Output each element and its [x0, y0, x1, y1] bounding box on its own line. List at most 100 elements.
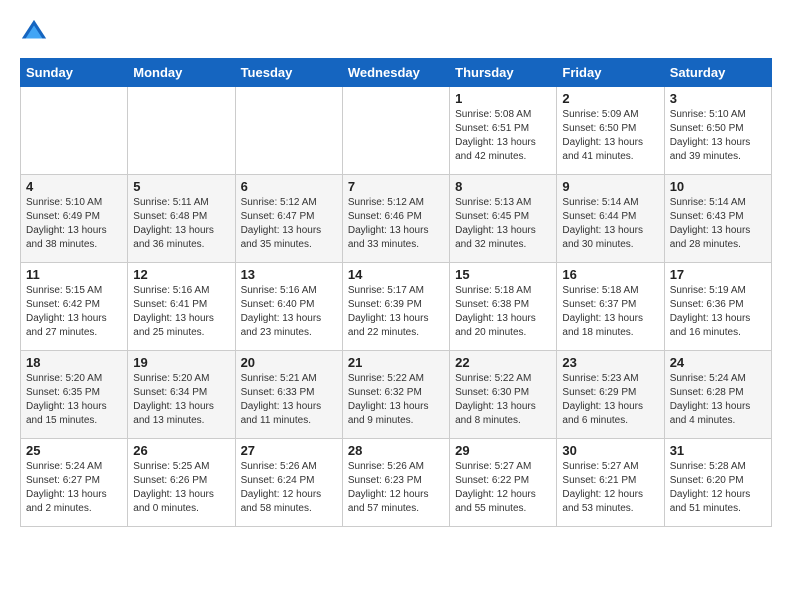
day-number: 15 [455, 267, 551, 282]
calendar-cell: 9 Sunrise: 5:14 AM Sunset: 6:44 PM Daylig… [557, 175, 664, 263]
day-info: Sunrise: 5:21 AM Sunset: 6:33 PM Dayligh… [241, 372, 337, 428]
day-number: 30 [562, 443, 658, 458]
calendar-cell: 7 Sunrise: 5:12 AM Sunset: 6:46 PM Daylig… [342, 175, 449, 263]
calendar-cell: 24 Sunrise: 5:24 AM Sunset: 6:28 PM Dayli… [664, 351, 771, 439]
calendar-cell: 28 Sunrise: 5:26 AM Sunset: 6:23 PM Dayli… [342, 439, 449, 527]
calendar-cell [342, 87, 449, 175]
day-info: Sunrise: 5:26 AM Sunset: 6:24 PM Dayligh… [241, 460, 337, 516]
day-number: 21 [348, 355, 444, 370]
day-number: 3 [670, 91, 766, 106]
day-info: Sunrise: 5:09 AM Sunset: 6:50 PM Dayligh… [562, 108, 658, 164]
page-header [20, 20, 772, 48]
calendar-cell: 3 Sunrise: 5:10 AM Sunset: 6:50 PM Daylig… [664, 87, 771, 175]
day-number: 8 [455, 179, 551, 194]
day-number: 19 [133, 355, 229, 370]
calendar-week-row: 18 Sunrise: 5:20 AM Sunset: 6:35 PM Dayli… [21, 351, 772, 439]
day-number: 9 [562, 179, 658, 194]
day-number: 6 [241, 179, 337, 194]
logo [20, 20, 50, 48]
day-info: Sunrise: 5:10 AM Sunset: 6:49 PM Dayligh… [26, 196, 122, 252]
day-info: Sunrise: 5:26 AM Sunset: 6:23 PM Dayligh… [348, 460, 444, 516]
day-info: Sunrise: 5:27 AM Sunset: 6:21 PM Dayligh… [562, 460, 658, 516]
day-info: Sunrise: 5:18 AM Sunset: 6:37 PM Dayligh… [562, 284, 658, 340]
calendar-cell: 14 Sunrise: 5:17 AM Sunset: 6:39 PM Dayli… [342, 263, 449, 351]
calendar-cell: 18 Sunrise: 5:20 AM Sunset: 6:35 PM Dayli… [21, 351, 128, 439]
calendar-cell: 5 Sunrise: 5:11 AM Sunset: 6:48 PM Daylig… [128, 175, 235, 263]
day-info: Sunrise: 5:22 AM Sunset: 6:30 PM Dayligh… [455, 372, 551, 428]
logo-icon [20, 18, 48, 46]
day-info: Sunrise: 5:23 AM Sunset: 6:29 PM Dayligh… [562, 372, 658, 428]
day-number: 28 [348, 443, 444, 458]
day-number: 14 [348, 267, 444, 282]
day-number: 29 [455, 443, 551, 458]
calendar-cell: 8 Sunrise: 5:13 AM Sunset: 6:45 PM Daylig… [450, 175, 557, 263]
day-number: 11 [26, 267, 122, 282]
calendar-cell: 19 Sunrise: 5:20 AM Sunset: 6:34 PM Dayli… [128, 351, 235, 439]
calendar-cell [235, 87, 342, 175]
calendar-cell: 15 Sunrise: 5:18 AM Sunset: 6:38 PM Dayli… [450, 263, 557, 351]
day-number: 1 [455, 91, 551, 106]
day-of-week-header: Saturday [664, 59, 771, 87]
day-number: 26 [133, 443, 229, 458]
day-info: Sunrise: 5:12 AM Sunset: 6:46 PM Dayligh… [348, 196, 444, 252]
day-of-week-header: Tuesday [235, 59, 342, 87]
day-number: 24 [670, 355, 766, 370]
day-number: 4 [26, 179, 122, 194]
calendar-cell: 21Sunrise: 5:22 AM Sunset: 6:32 PM Dayli… [342, 351, 449, 439]
day-info: Sunrise: 5:27 AM Sunset: 6:22 PM Dayligh… [455, 460, 551, 516]
day-info: Sunrise: 5:17 AM Sunset: 6:39 PM Dayligh… [348, 284, 444, 340]
calendar-week-row: 4 Sunrise: 5:10 AM Sunset: 6:49 PM Daylig… [21, 175, 772, 263]
day-info: Sunrise: 5:19 AM Sunset: 6:36 PM Dayligh… [670, 284, 766, 340]
day-info: Sunrise: 5:24 AM Sunset: 6:28 PM Dayligh… [670, 372, 766, 428]
day-info: Sunrise: 5:20 AM Sunset: 6:35 PM Dayligh… [26, 372, 122, 428]
calendar-cell: 6Sunrise: 5:12 AM Sunset: 6:47 PM Daylig… [235, 175, 342, 263]
day-number: 13 [241, 267, 337, 282]
day-info: Sunrise: 5:13 AM Sunset: 6:45 PM Dayligh… [455, 196, 551, 252]
day-of-week-header: Wednesday [342, 59, 449, 87]
day-of-week-header: Thursday [450, 59, 557, 87]
calendar-cell [21, 87, 128, 175]
calendar-cell: 11Sunrise: 5:15 AM Sunset: 6:42 PM Dayli… [21, 263, 128, 351]
calendar-cell: 23 Sunrise: 5:23 AM Sunset: 6:29 PM Dayli… [557, 351, 664, 439]
calendar-cell: 2 Sunrise: 5:09 AM Sunset: 6:50 PM Daylig… [557, 87, 664, 175]
header-row: SundayMondayTuesdayWednesdayThursdayFrid… [21, 59, 772, 87]
calendar-week-row: 25Sunrise: 5:24 AM Sunset: 6:27 PM Dayli… [21, 439, 772, 527]
day-number: 18 [26, 355, 122, 370]
calendar-cell: 4 Sunrise: 5:10 AM Sunset: 6:49 PM Daylig… [21, 175, 128, 263]
day-number: 22 [455, 355, 551, 370]
calendar-cell: 31Sunrise: 5:28 AM Sunset: 6:20 PM Dayli… [664, 439, 771, 527]
calendar-cell: 26 Sunrise: 5:25 AM Sunset: 6:26 PM Dayli… [128, 439, 235, 527]
day-info: Sunrise: 5:20 AM Sunset: 6:34 PM Dayligh… [133, 372, 229, 428]
day-info: Sunrise: 5:28 AM Sunset: 6:20 PM Dayligh… [670, 460, 766, 516]
day-info: Sunrise: 5:16 AM Sunset: 6:40 PM Dayligh… [241, 284, 337, 340]
day-number: 7 [348, 179, 444, 194]
day-info: Sunrise: 5:18 AM Sunset: 6:38 PM Dayligh… [455, 284, 551, 340]
calendar-week-row: 1Sunrise: 5:08 AM Sunset: 6:51 PM Daylig… [21, 87, 772, 175]
calendar-cell: 13 Sunrise: 5:16 AM Sunset: 6:40 PM Dayli… [235, 263, 342, 351]
day-number: 2 [562, 91, 658, 106]
day-number: 23 [562, 355, 658, 370]
day-number: 27 [241, 443, 337, 458]
calendar-cell: 1Sunrise: 5:08 AM Sunset: 6:51 PM Daylig… [450, 87, 557, 175]
calendar-table: SundayMondayTuesdayWednesdayThursdayFrid… [20, 58, 772, 527]
calendar-cell: 29 Sunrise: 5:27 AM Sunset: 6:22 PM Dayli… [450, 439, 557, 527]
day-of-week-header: Friday [557, 59, 664, 87]
day-info: Sunrise: 5:14 AM Sunset: 6:44 PM Dayligh… [562, 196, 658, 252]
day-info: Sunrise: 5:25 AM Sunset: 6:26 PM Dayligh… [133, 460, 229, 516]
calendar-cell: 20 Sunrise: 5:21 AM Sunset: 6:33 PM Dayli… [235, 351, 342, 439]
calendar-cell [128, 87, 235, 175]
calendar-week-row: 11Sunrise: 5:15 AM Sunset: 6:42 PM Dayli… [21, 263, 772, 351]
calendar-cell: 27 Sunrise: 5:26 AM Sunset: 6:24 PM Dayli… [235, 439, 342, 527]
day-of-week-header: Monday [128, 59, 235, 87]
day-info: Sunrise: 5:24 AM Sunset: 6:27 PM Dayligh… [26, 460, 122, 516]
day-number: 12 [133, 267, 229, 282]
day-info: Sunrise: 5:10 AM Sunset: 6:50 PM Dayligh… [670, 108, 766, 164]
day-number: 20 [241, 355, 337, 370]
day-number: 17 [670, 267, 766, 282]
calendar-cell: 30 Sunrise: 5:27 AM Sunset: 6:21 PM Dayli… [557, 439, 664, 527]
day-number: 5 [133, 179, 229, 194]
day-number: 16 [562, 267, 658, 282]
calendar-cell: 10Sunrise: 5:14 AM Sunset: 6:43 PM Dayli… [664, 175, 771, 263]
day-info: Sunrise: 5:11 AM Sunset: 6:48 PM Dayligh… [133, 196, 229, 252]
calendar-cell: 25Sunrise: 5:24 AM Sunset: 6:27 PM Dayli… [21, 439, 128, 527]
